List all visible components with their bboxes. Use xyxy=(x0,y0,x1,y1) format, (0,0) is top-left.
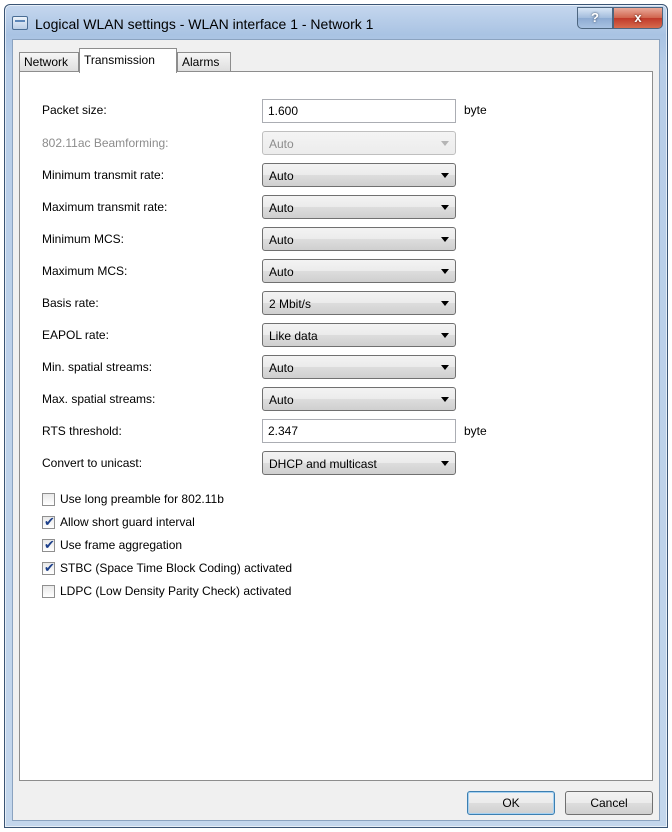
long-preamble-label: Use long preamble for 802.11b xyxy=(60,492,224,506)
min-mcs-value: Auto xyxy=(269,233,294,247)
eapol-rate-label: EAPOL rate: xyxy=(42,328,109,342)
beamforming-value: Auto xyxy=(269,137,294,151)
chevron-down-icon xyxy=(441,269,449,274)
checkbox-box[interactable]: ✔ xyxy=(42,537,55,552)
checkbox-box[interactable] xyxy=(42,585,55,598)
title-bar[interactable]: Logical WLAN settings - WLAN interface 1… xyxy=(5,5,667,41)
rts-threshold-label: RTS threshold: xyxy=(42,424,122,438)
window-icon xyxy=(12,16,28,30)
frame-aggregation-label: Use frame aggregation xyxy=(60,538,183,552)
min-mcs-label: Minimum MCS: xyxy=(42,232,125,246)
chevron-down-icon xyxy=(441,237,449,242)
min-spatial-streams-select[interactable]: Auto xyxy=(262,355,456,379)
min-spatial-streams-label: Min. spatial streams: xyxy=(42,360,153,374)
chevron-down-icon xyxy=(441,461,449,466)
chevron-down-icon xyxy=(441,365,449,370)
dialog-client-area: Network Transmission Alarms Packet size:… xyxy=(12,39,660,821)
chevron-down-icon xyxy=(441,397,449,402)
checkbox-box[interactable]: ✔ xyxy=(42,560,55,575)
window-title: Logical WLAN settings - WLAN interface 1… xyxy=(35,16,374,32)
convert-unicast-label: Convert to unicast: xyxy=(42,456,143,470)
max-spatial-streams-select[interactable]: Auto xyxy=(262,387,456,411)
basis-rate-label: Basis rate: xyxy=(42,296,99,310)
basis-rate-value: 2 Mbit/s xyxy=(269,297,312,311)
eapol-rate-select[interactable]: Like data xyxy=(262,323,456,347)
min-transmit-rate-label: Minimum transmit rate: xyxy=(42,168,165,182)
packet-size-label: Packet size: xyxy=(42,103,107,117)
basis-rate-select[interactable]: 2 Mbit/s xyxy=(262,291,456,315)
ldpc-label: LDPC (Low Density Parity Check) activate… xyxy=(60,584,292,598)
short-guard-interval-label: Allow short guard interval xyxy=(60,515,195,529)
beamforming-select: Auto xyxy=(262,131,456,155)
min-mcs-select[interactable]: Auto xyxy=(262,227,456,251)
help-button[interactable]: ? xyxy=(577,7,613,29)
ok-button[interactable]: OK xyxy=(467,791,555,815)
check-icon: ✔ xyxy=(44,537,55,552)
min-transmit-rate-select[interactable]: Auto xyxy=(262,163,456,187)
cancel-button[interactable]: Cancel xyxy=(565,791,653,815)
max-mcs-label: Maximum MCS: xyxy=(42,264,128,278)
chevron-down-icon xyxy=(441,333,449,338)
max-transmit-rate-label: Maximum transmit rate: xyxy=(42,200,168,214)
transmission-panel: Packet size: 1.600 byte 802.11ac Beamfor… xyxy=(19,71,653,781)
chevron-down-icon xyxy=(441,205,449,210)
checkbox-box[interactable] xyxy=(42,493,55,506)
max-spatial-streams-value: Auto xyxy=(269,393,294,407)
tab-alarms[interactable]: Alarms xyxy=(177,52,231,72)
chevron-down-icon xyxy=(441,141,449,146)
rts-threshold-input[interactable]: 2.347 xyxy=(262,419,456,443)
min-spatial-streams-value: Auto xyxy=(269,361,294,375)
tab-network[interactable]: Network xyxy=(19,52,79,72)
max-mcs-value: Auto xyxy=(269,265,294,279)
max-mcs-select[interactable]: Auto xyxy=(262,259,456,283)
max-transmit-rate-value: Auto xyxy=(269,201,294,215)
beamforming-label: 802.11ac Beamforming: xyxy=(42,136,169,150)
max-spatial-streams-label: Max. spatial streams: xyxy=(42,392,156,406)
convert-unicast-value: DHCP and multicast xyxy=(269,457,377,471)
check-icon: ✔ xyxy=(44,560,55,575)
chevron-down-icon xyxy=(441,301,449,306)
min-transmit-rate-value: Auto xyxy=(269,169,294,183)
close-button[interactable]: x xyxy=(613,7,663,29)
packet-size-input[interactable]: 1.600 xyxy=(262,99,456,123)
eapol-rate-value: Like data xyxy=(269,329,318,343)
check-icon: ✔ xyxy=(44,514,55,529)
dialog-window: Logical WLAN settings - WLAN interface 1… xyxy=(4,4,668,828)
chevron-down-icon xyxy=(441,173,449,178)
packet-size-unit: byte xyxy=(464,103,487,117)
checkbox-box[interactable]: ✔ xyxy=(42,514,55,529)
tab-transmission[interactable]: Transmission xyxy=(79,48,177,73)
convert-unicast-select[interactable]: DHCP and multicast xyxy=(262,451,456,475)
rts-threshold-unit: byte xyxy=(464,424,487,438)
max-transmit-rate-select[interactable]: Auto xyxy=(262,195,456,219)
stbc-label: STBC (Space Time Block Coding) activated xyxy=(60,561,293,575)
